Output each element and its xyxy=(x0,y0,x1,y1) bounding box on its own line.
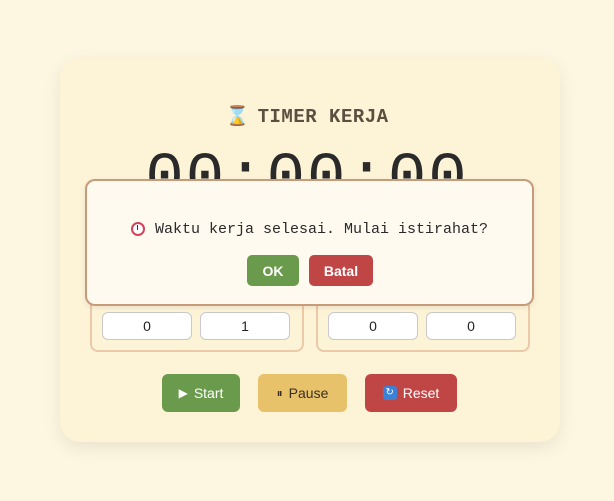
ok-button[interactable]: OK xyxy=(247,255,299,286)
dialog-message-text: Waktu kerja selesai. Mulai istirahat? xyxy=(154,221,489,238)
rest-minutes-input[interactable] xyxy=(328,312,418,340)
cancel-button[interactable]: Batal xyxy=(309,255,373,286)
work-minutes-input[interactable] xyxy=(102,312,192,340)
reset-button[interactable]: ↻ Reset xyxy=(365,374,457,412)
start-label: Start xyxy=(193,385,224,401)
work-seconds-input[interactable] xyxy=(200,312,290,340)
refresh-icon: ↻ xyxy=(382,386,397,400)
pause-icon: ⏸ xyxy=(276,385,283,400)
pause-label: Pause xyxy=(288,385,329,401)
rest-duration-group xyxy=(316,305,530,352)
app-title-text: TIMER KERJA xyxy=(257,106,389,128)
reset-label: Reset xyxy=(402,385,440,401)
play-icon: ▶ xyxy=(178,386,188,400)
start-button[interactable]: ▶ Start xyxy=(162,374,240,412)
dialog-message: Waktu kerja selesai. Mulai istirahat? xyxy=(87,221,532,238)
app-title: ⌛ TIMER KERJA xyxy=(0,104,614,128)
confirm-dialog: Waktu kerja selesai. Mulai istirahat? OK… xyxy=(85,179,534,306)
work-duration-group xyxy=(90,305,304,352)
pause-button[interactable]: ⏸ Pause xyxy=(258,374,347,412)
rest-seconds-input[interactable] xyxy=(426,312,516,340)
hourglass-icon: ⌛ xyxy=(225,106,250,128)
alarm-clock-icon xyxy=(130,222,145,236)
